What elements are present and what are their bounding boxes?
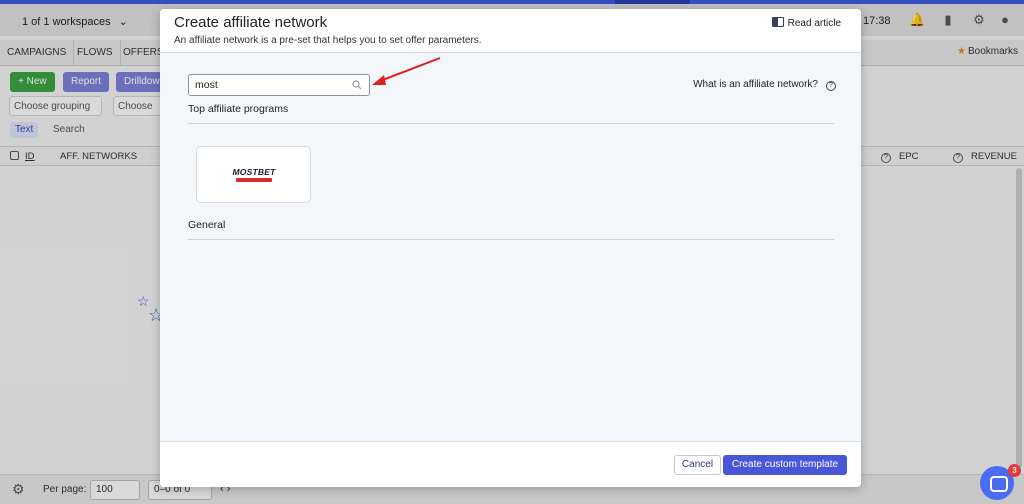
read-article-link[interactable]: Read article (771, 17, 841, 29)
section-title-general: General (188, 219, 226, 231)
modal-subtitle: An affiliate network is a pre-set that h… (174, 35, 482, 46)
search-field[interactable] (188, 74, 370, 96)
mostbet-logo-bar (236, 178, 272, 182)
annotation-arrow (372, 57, 441, 85)
section-divider (188, 239, 834, 240)
create-affiliate-network-modal: Create affiliate network An affiliate ne… (160, 9, 861, 487)
mostbet-logo-text: MOSTBET (232, 167, 276, 177)
what-is-affiliate-network-link[interactable]: What is an affiliate network?? (693, 79, 836, 91)
read-article-label: Read article (787, 18, 841, 29)
cancel-button[interactable]: Cancel (674, 455, 721, 475)
book-icon (771, 17, 784, 27)
help-icon: ? (826, 81, 836, 91)
modal-body: What is an affiliate network?? Top affil… (160, 53, 861, 441)
modal-title: Create affiliate network (174, 14, 328, 31)
search-icon (352, 80, 362, 90)
section-title-top-programs: Top affiliate programs (188, 103, 289, 115)
modal-footer: Cancel Create custom template (160, 441, 861, 487)
section-divider (188, 123, 834, 124)
create-custom-template-button[interactable]: Create custom template (723, 455, 847, 475)
chat-unread-badge: 3 (1008, 464, 1021, 477)
program-card-mostbet[interactable]: MOSTBET (196, 146, 311, 203)
mostbet-logo: MOSTBET (229, 167, 279, 182)
modal-header: Create affiliate network An affiliate ne… (160, 9, 861, 53)
search-input[interactable] (195, 78, 345, 92)
help-link-label: What is an affiliate network? (693, 79, 818, 90)
